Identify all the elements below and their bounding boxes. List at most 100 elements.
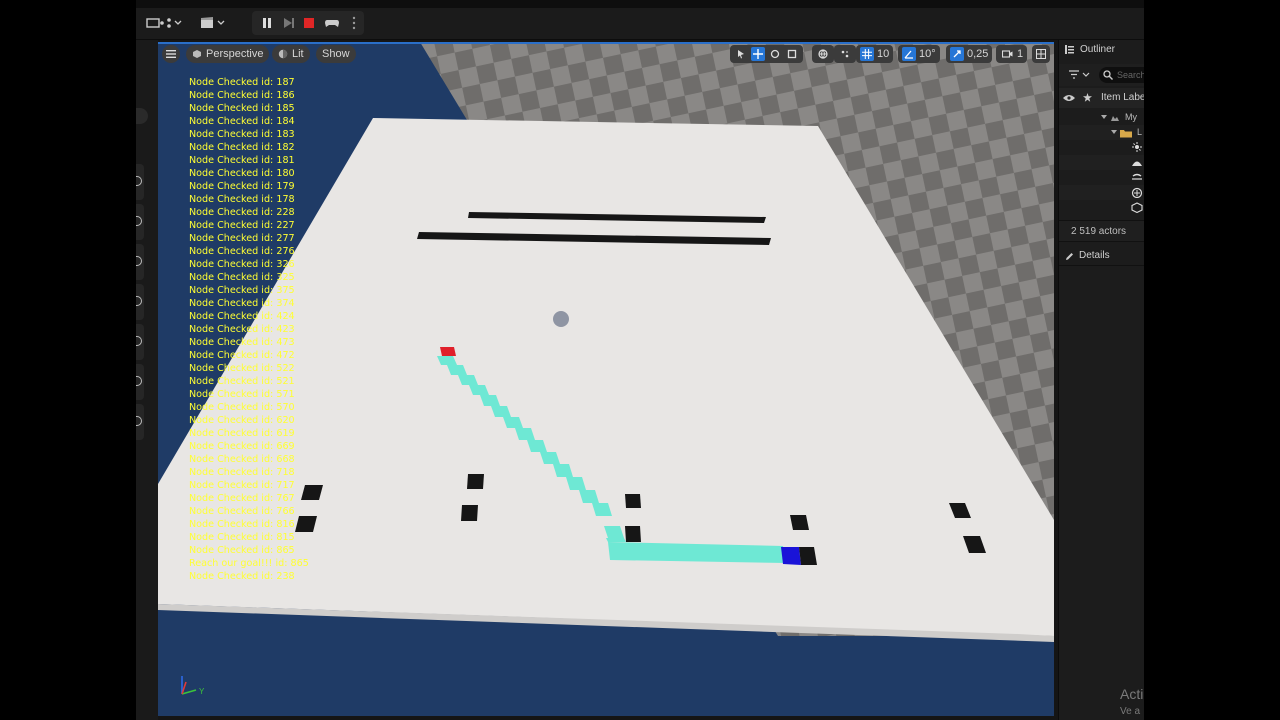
perspective-button[interactable]: Perspective: [186, 45, 270, 63]
left-tool-strip: [136, 40, 158, 720]
world-local-toggle[interactable]: [812, 45, 834, 63]
log-line: Node Checked id: 668: [189, 454, 295, 465]
log-line: Node Checked id: 227: [189, 220, 295, 231]
log-line: Node Checked id: 185: [189, 103, 295, 114]
outliner-column-header: Item Label: [1059, 88, 1144, 108]
outliner-tab[interactable]: Outliner: [1065, 44, 1115, 55]
outliner-world-row[interactable]: My: [1059, 110, 1144, 125]
log-line: Node Checked id: 472: [189, 350, 295, 361]
agent-sphere: [553, 311, 569, 327]
log-line: Node Checked id: 816: [189, 519, 295, 530]
log-line: Node Checked id: 423: [189, 324, 295, 335]
windows-activation-watermark-sub: Ve a: [1120, 706, 1141, 717]
rotation-snap-control[interactable]: 10°: [898, 45, 940, 63]
expand-world-icon: [1101, 115, 1119, 121]
outliner-actor-row-sky[interactable]: [1059, 155, 1144, 170]
log-line: Node Checked id: 374: [189, 298, 295, 309]
surface-snap-toggle[interactable]: [834, 45, 856, 63]
translate-icon[interactable]: [751, 47, 765, 61]
left-dock-tab-6[interactable]: [136, 364, 144, 400]
stop-icon[interactable]: [300, 12, 318, 34]
log-line: Node Checked id: 178: [189, 194, 295, 205]
grid-snap-control[interactable]: 10: [856, 45, 894, 63]
outliner-search-input[interactable]: Search: [1099, 67, 1144, 83]
windows-activation-watermark: Acti: [1120, 686, 1144, 702]
outliner-actor-row-skylight[interactable]: [1059, 185, 1144, 200]
left-search-field[interactable]: [136, 108, 148, 124]
log-line: Node Checked id: 669: [189, 441, 295, 452]
log-line: Node Checked id: 181: [189, 155, 295, 166]
rotation-snap-value: 10°: [919, 48, 936, 60]
left-dock-tab-4[interactable]: [136, 284, 144, 320]
viewport-layout-button[interactable]: [1032, 45, 1050, 63]
log-line: Node Checked id: 238: [189, 571, 295, 582]
filter-icon[interactable]: [1069, 70, 1091, 80]
world-label: My: [1125, 112, 1137, 122]
more-options-icon[interactable]: [348, 12, 360, 34]
log-line: Node Checked id: 187: [189, 77, 295, 88]
rotate-icon[interactable]: [768, 47, 782, 61]
left-dock-tab-7[interactable]: [136, 404, 144, 440]
axis-gizmo: Y: [181, 676, 205, 696]
select-arrow-icon[interactable]: [734, 47, 748, 61]
outliner-actor-row-light[interactable]: [1059, 140, 1144, 155]
grid-snap-icon: [860, 47, 874, 61]
pause-icon[interactable]: [258, 12, 276, 34]
step-frame-icon[interactable]: [280, 12, 298, 34]
log-line: Node Checked id: 570: [189, 402, 295, 413]
hamburger-icon: [166, 50, 176, 58]
log-line: Node Checked id: 186: [189, 90, 295, 101]
gizmo-y-label: Y: [199, 687, 205, 696]
scale-snap-value: 0,25: [967, 48, 989, 60]
details-tab[interactable]: Details: [1059, 246, 1144, 266]
visibility-eye-icon[interactable]: [1063, 94, 1075, 102]
play-controls: [252, 11, 364, 35]
left-dock-tab-3[interactable]: [136, 244, 144, 280]
log-line: Node Checked id: 182: [189, 142, 295, 153]
show-label: Show: [322, 48, 350, 60]
outliner-folder-row[interactable]: L: [1059, 125, 1144, 140]
scale-icon[interactable]: [785, 47, 799, 61]
static-mesh-icon: [1131, 202, 1143, 213]
transform-mode-dropdown[interactable]: [156, 12, 186, 34]
scale-snap-control[interactable]: 0,25: [946, 45, 993, 63]
left-dock-tab-1[interactable]: [136, 164, 144, 200]
maximize-layout-icon: [1034, 47, 1048, 61]
item-label-column[interactable]: Item Label: [1101, 92, 1144, 103]
log-line: Node Checked id: 865: [189, 545, 295, 556]
log-line: Node Checked id: 326: [189, 259, 295, 270]
log-line: Node Checked id: 424: [189, 311, 295, 322]
details-label: Details: [1079, 250, 1110, 261]
camera-speed-control[interactable]: 1: [996, 45, 1028, 63]
show-button[interactable]: Show: [316, 45, 356, 63]
debug-log-overlay: Node Checked id: 187 Node Checked id: 186…: [189, 76, 329, 583]
left-dock-tab-5[interactable]: [136, 324, 144, 360]
outliner-panel: Outliner Search Item Label My L 2 519 ac…: [1058, 40, 1144, 720]
camera-icon: [1000, 47, 1014, 61]
fog-icon: [1132, 173, 1142, 180]
left-dock-tab-2[interactable]: [136, 204, 144, 240]
title-strip: [136, 0, 1144, 8]
log-line: Node Checked id: 620: [189, 415, 295, 426]
grid-snap-value: 10: [877, 48, 890, 60]
log-line: Node Checked id: 473: [189, 337, 295, 348]
outliner-title: Outliner: [1080, 44, 1116, 55]
outliner-actor-row-mesh[interactable]: [1059, 200, 1144, 215]
log-line: Node Checked id: 179: [189, 181, 295, 192]
lit-button[interactable]: Lit: [272, 45, 310, 63]
log-line: Node Checked id: 325: [189, 272, 295, 283]
viewport-menu-button[interactable]: [162, 45, 180, 63]
cinematics-dropdown-icon[interactable]: [198, 12, 228, 34]
level-viewport[interactable]: Perspective Lit Show 10 10° 0,25 1 Node …: [158, 42, 1054, 716]
log-line: Node Checked id: 183: [189, 129, 295, 140]
log-line: Node Checked id: 522: [189, 363, 295, 374]
sky-atmosphere-icon: [1132, 161, 1142, 166]
lit-sphere-icon: [278, 49, 288, 59]
goal-node: [781, 547, 801, 565]
star-icon[interactable]: [1083, 93, 1092, 102]
search-icon: [1103, 70, 1113, 80]
log-line: Node Checked id: 375: [189, 285, 295, 296]
possess-gamepad-icon[interactable]: [322, 12, 342, 34]
outliner-actor-row-fog[interactable]: [1059, 170, 1144, 185]
directional-light-icon: [1132, 142, 1142, 152]
